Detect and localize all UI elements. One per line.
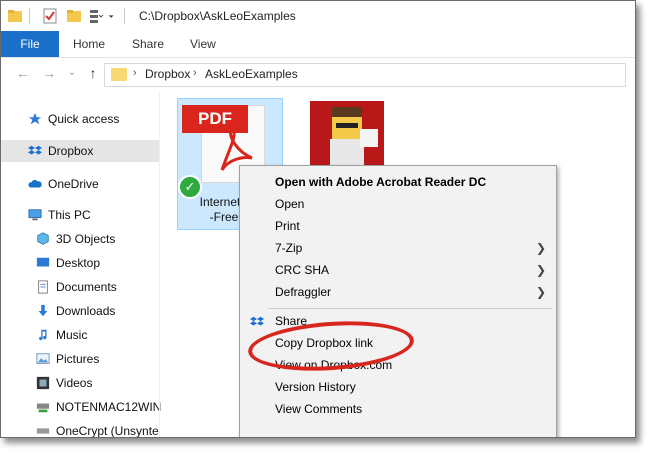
menu-item-crc-sha[interactable]: CRC SHA ❯ bbox=[240, 260, 556, 282]
sidebar-item-network-drive[interactable]: NOTENMAC12WIN bbox=[1, 396, 161, 418]
submenu-arrow-icon: ❯ bbox=[535, 285, 546, 299]
menu-item-open-with-acrobat[interactable]: Open with Adobe Acrobat Reader DC bbox=[240, 172, 556, 194]
menu-item-version-history[interactable]: Version History bbox=[240, 377, 556, 399]
sidebar-item-onedrive[interactable]: OneDrive bbox=[1, 173, 159, 195]
sidebar-item-3d-objects[interactable]: 3D Objects bbox=[1, 228, 159, 250]
navigation-pane: Quick access Dropbox OneDrive This PC 3D… bbox=[1, 91, 161, 437]
cube-icon bbox=[37, 232, 49, 245]
pane-divider[interactable] bbox=[159, 91, 160, 437]
up-arrow-icon[interactable]: ↑ bbox=[85, 65, 101, 81]
pdf-badge: PDF bbox=[182, 105, 248, 133]
navigation-bar: ← → ⌄ ↑ › Dropbox › AskLeoExamples bbox=[1, 58, 635, 90]
lego-figure-icon bbox=[310, 101, 384, 175]
breadcrumb-askleoexamples[interactable]: AskLeoExamples bbox=[205, 67, 298, 81]
recent-locations-icon[interactable]: ⌄ bbox=[64, 65, 80, 81]
menu-item-view-comments[interactable]: View Comments bbox=[240, 399, 556, 421]
tab-file[interactable]: File bbox=[1, 31, 59, 57]
explorer-window: C:\Dropbox\AskLeoExamples File Home Shar… bbox=[0, 0, 636, 438]
menu-item-view-on-dropbox[interactable]: View on Dropbox.com bbox=[240, 355, 556, 377]
music-icon bbox=[39, 329, 47, 341]
submenu-arrow-icon: ❯ bbox=[535, 241, 546, 255]
breadcrumb-separator-icon[interactable]: › bbox=[193, 67, 197, 79]
dropbox-icon bbox=[250, 316, 264, 326]
toolbar-separator bbox=[29, 8, 30, 24]
tab-share[interactable]: Share bbox=[132, 31, 164, 57]
folder-icon[interactable] bbox=[7, 8, 23, 24]
back-arrow-icon[interactable]: ← bbox=[15, 65, 31, 81]
menu-item-defraggler[interactable]: Defraggler ❯ bbox=[240, 282, 556, 304]
menu-separator bbox=[268, 308, 552, 309]
video-icon bbox=[36, 376, 50, 390]
pictures-icon bbox=[36, 353, 50, 364]
sidebar-item-this-pc[interactable]: This PC bbox=[1, 204, 159, 226]
sidebar-item-desktop[interactable]: Desktop bbox=[1, 252, 159, 274]
network-drive-icon bbox=[36, 403, 50, 413]
documents-icon bbox=[38, 280, 48, 294]
menu-item-open[interactable]: Open bbox=[240, 194, 556, 216]
image-file-thumbnail[interactable] bbox=[310, 101, 384, 175]
new-folder-icon[interactable] bbox=[66, 8, 82, 24]
context-menu: Open with Adobe Acrobat Reader DC Open P… bbox=[239, 165, 557, 437]
menu-item-share[interactable]: Share bbox=[240, 311, 556, 333]
sidebar-item-documents[interactable]: Documents bbox=[1, 276, 159, 298]
sidebar-item-dropbox[interactable]: Dropbox bbox=[1, 140, 159, 162]
submenu-arrow-icon: ❯ bbox=[535, 263, 546, 277]
computer-icon bbox=[28, 209, 42, 221]
sidebar-item-onecrypt[interactable]: OneCrypt (Unsynte bbox=[1, 420, 159, 437]
desktop-icon bbox=[36, 257, 50, 267]
tab-home[interactable]: Home bbox=[73, 31, 105, 57]
ribbon-tabs: File Home Share View bbox=[1, 31, 635, 58]
sidebar-item-pictures[interactable]: Pictures bbox=[1, 348, 159, 370]
forward-arrow-icon[interactable]: → bbox=[41, 65, 57, 81]
window-title: C:\Dropbox\AskLeoExamples bbox=[139, 9, 296, 23]
address-bar[interactable]: › Dropbox › AskLeoExamples bbox=[104, 63, 626, 87]
chevron-down-icon[interactable] bbox=[108, 8, 118, 24]
menu-item-copy-dropbox-link[interactable]: Copy Dropbox link bbox=[240, 333, 556, 355]
customize-toolbar-icon[interactable] bbox=[88, 8, 104, 24]
sidebar-item-videos[interactable]: Videos bbox=[1, 372, 159, 394]
drive-icon bbox=[36, 428, 50, 434]
download-icon bbox=[38, 304, 48, 317]
breadcrumb-separator-icon[interactable]: › bbox=[133, 67, 137, 79]
menu-item-7-zip[interactable]: 7-Zip ❯ bbox=[240, 238, 556, 260]
sidebar-item-music[interactable]: Music bbox=[1, 324, 159, 346]
title-bar: C:\Dropbox\AskLeoExamples bbox=[1, 1, 635, 31]
dropbox-icon bbox=[28, 145, 42, 155]
menu-item-print[interactable]: Print bbox=[240, 216, 556, 238]
title-separator bbox=[124, 8, 125, 24]
properties-icon[interactable] bbox=[42, 8, 58, 24]
sidebar-item-downloads[interactable]: Downloads bbox=[1, 300, 159, 322]
star-icon bbox=[28, 112, 42, 125]
sidebar-item-quick-access[interactable]: Quick access bbox=[1, 108, 159, 130]
cloud-icon bbox=[28, 179, 42, 188]
tab-view[interactable]: View bbox=[190, 31, 216, 57]
breadcrumb-dropbox[interactable]: Dropbox bbox=[145, 67, 190, 81]
folder-icon bbox=[111, 68, 127, 81]
